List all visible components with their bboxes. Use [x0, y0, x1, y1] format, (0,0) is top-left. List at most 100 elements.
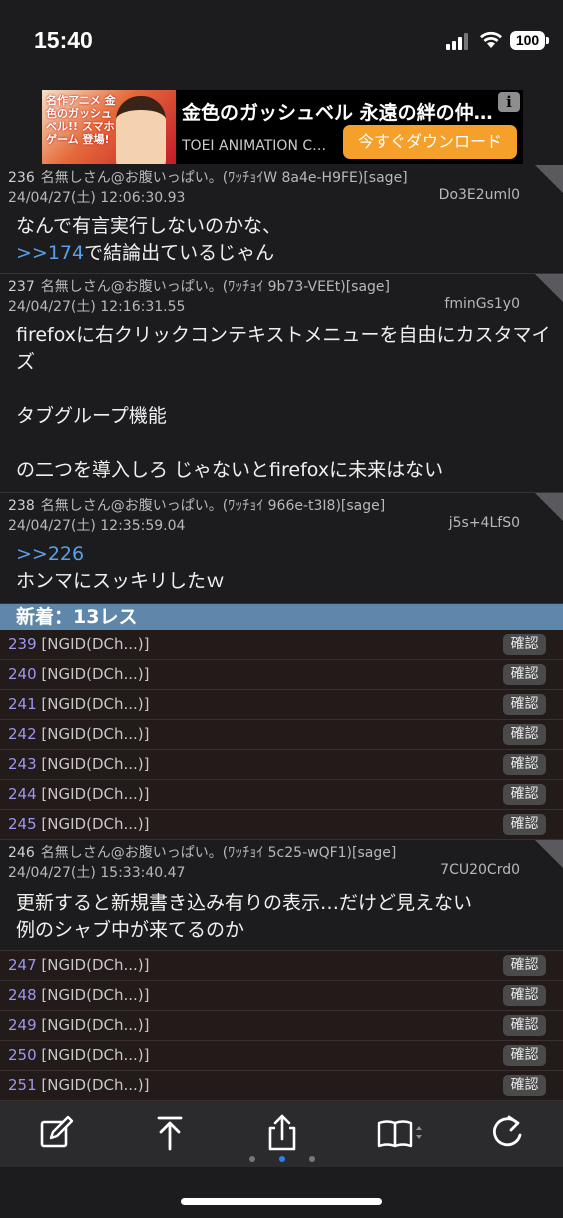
reload-icon[interactable] — [487, 1113, 527, 1153]
ng-row-label: 242 [NGID(DCh...)] — [8, 725, 149, 743]
post-number[interactable]: 245 — [8, 815, 37, 833]
ad-image-text: 名作アニメ 金色のガッシュベル!! スマホゲーム 登場! — [46, 94, 116, 146]
post-corner-marker — [535, 493, 563, 521]
home-indicator[interactable] — [181, 1198, 382, 1205]
post-id[interactable]: Do3E2uml0 — [439, 187, 520, 203]
ng-row[interactable]: 245 [NGID(DCh...)] 確認 — [0, 810, 563, 840]
post[interactable]: 237 名無しさん@お腹いっぱい。(ﾜｯﾁｮｲ 9b73-VEEt)[sage] … — [0, 274, 563, 493]
ad-advertiser: TOEI ANIMATION C… — [182, 138, 327, 154]
post-number[interactable]: 247 — [8, 956, 37, 974]
page-dot-active[interactable] — [279, 1156, 285, 1162]
post-body: なんで有言実行しないのかな、 >>174で結論出ているじゃん — [16, 213, 556, 267]
confirm-button[interactable]: 確認 — [503, 664, 546, 685]
post-corner-marker — [535, 840, 563, 868]
post-number[interactable]: 249 — [8, 1016, 37, 1034]
post-number[interactable]: 246 — [8, 845, 35, 861]
post[interactable]: 238 名無しさん@お腹いっぱい。(ﾜｯﾁｮｲ 966e-t3I8)[sage] … — [0, 493, 563, 604]
post-number[interactable]: 244 — [8, 785, 37, 803]
post-number[interactable]: 243 — [8, 755, 37, 773]
ng-row-label: 244 [NGID(DCh...)] — [8, 785, 149, 803]
post-text: で結論出ているじゃん — [84, 242, 275, 264]
post-date: 24/04/27(土) 12:35:59.04 — [8, 518, 186, 534]
confirm-button[interactable]: 確認 — [503, 814, 546, 835]
post-date: 24/04/27(土) 12:06:30.93 — [8, 190, 186, 206]
ad-title: 金色のガッシュベル 永遠の絆の仲… — [182, 102, 493, 124]
page-indicator[interactable] — [0, 1156, 563, 1164]
post-number[interactable]: 240 — [8, 665, 37, 683]
ng-row[interactable]: 242 [NGID(DCh...)] 確認 — [0, 720, 563, 750]
confirm-button[interactable]: 確認 — [503, 634, 546, 655]
post-number[interactable]: 250 — [8, 1046, 37, 1064]
ad-download-button[interactable]: 今すぐダウンロード — [343, 125, 517, 159]
ng-row[interactable]: 243 [NGID(DCh...)] 確認 — [0, 750, 563, 780]
post-number[interactable]: 242 — [8, 725, 37, 743]
post-number[interactable]: 238 — [8, 498, 35, 514]
ng-row[interactable]: 239 [NGID(DCh...)] 確認 — [0, 630, 563, 660]
post-body: >>226 ホンマにスッキリしたｗ — [16, 541, 556, 595]
bookmark-book-icon[interactable] — [376, 1113, 428, 1153]
ad-character-art — [116, 96, 166, 164]
confirm-button[interactable]: 確認 — [503, 1015, 546, 1036]
ng-row[interactable]: 240 [NGID(DCh...)] 確認 — [0, 660, 563, 690]
ng-id-label: [NGID(DCh...)] — [41, 1016, 150, 1034]
confirm-button[interactable]: 確認 — [503, 724, 546, 745]
post-name: 名無しさん@お腹いっぱい。(ﾜｯﾁｮｲW 8a4e-H9FE)[sage] — [40, 170, 408, 186]
page-dot[interactable] — [249, 1156, 255, 1162]
post-name: 名無しさん@お腹いっぱい。(ﾜｯﾁｮｲ 9b73-VEEt)[sage] — [40, 279, 391, 295]
confirm-button[interactable]: 確認 — [503, 754, 546, 775]
post-id[interactable]: fminGs1y0 — [444, 296, 520, 312]
ng-id-label: [NGID(DCh...)] — [41, 665, 150, 683]
ad-banner[interactable]: 名作アニメ 金色のガッシュベル!! スマホゲーム 登場! 金色のガッシュベル 永… — [42, 90, 523, 164]
ad-info-icon[interactable]: i — [498, 92, 520, 112]
confirm-button[interactable]: 確認 — [503, 694, 546, 715]
reply-anchor-link[interactable]: >>174 — [16, 242, 84, 264]
ng-id-label: [NGID(DCh...)] — [41, 815, 150, 833]
post-name: 名無しさん@お腹いっぱい。(ﾜｯﾁｮｲ 5c25-wQF1)[sage] — [40, 845, 397, 861]
post[interactable]: 246 名無しさん@お腹いっぱい。(ﾜｯﾁｮｲ 5c25-wQF1)[sage] … — [0, 840, 563, 951]
compose-icon[interactable] — [37, 1113, 77, 1153]
ng-row-label: 241 [NGID(DCh...)] — [8, 695, 149, 713]
post-number[interactable]: 236 — [8, 170, 35, 186]
confirm-button[interactable]: 確認 — [503, 1075, 546, 1096]
post-name: 名無しさん@お腹いっぱい。(ﾜｯﾁｮｲ 966e-t3I8)[sage] — [40, 498, 386, 514]
ng-row[interactable]: 249 [NGID(DCh...)] 確認 — [0, 1011, 563, 1041]
confirm-button[interactable]: 確認 — [503, 784, 546, 805]
share-icon[interactable] — [262, 1113, 302, 1153]
post-id[interactable]: 7CU20Crd0 — [440, 862, 520, 878]
post[interactable]: 236 名無しさん@お腹いっぱい。(ﾜｯﾁｮｲW 8a4e-H9FE)[sage]… — [0, 165, 563, 274]
post-number[interactable]: 237 — [8, 279, 35, 295]
confirm-button[interactable]: 確認 — [503, 955, 546, 976]
signal-icon — [446, 33, 468, 50]
page-dot[interactable] — [309, 1156, 315, 1162]
post-body: 更新すると新規書き込み有りの表示…だけど見えない 例のシャブ中が来てるのか — [16, 892, 473, 941]
ng-row[interactable]: 248 [NGID(DCh...)] 確認 — [0, 981, 563, 1011]
ng-id-label: [NGID(DCh...)] — [41, 695, 150, 713]
post-number[interactable]: 241 — [8, 695, 37, 713]
clock: 15:40 — [34, 27, 93, 53]
post-text: なんで有言実行しないのかな、 — [16, 215, 282, 237]
scroll-top-icon[interactable] — [150, 1113, 190, 1153]
ng-row[interactable]: 244 [NGID(DCh...)] 確認 — [0, 780, 563, 810]
reply-anchor-link[interactable]: >>226 — [16, 543, 84, 565]
ng-id-label: [NGID(DCh...)] — [41, 1046, 150, 1064]
confirm-button[interactable]: 確認 — [503, 985, 546, 1006]
ng-id-label: [NGID(DCh...)] — [41, 956, 150, 974]
confirm-button[interactable]: 確認 — [503, 1045, 546, 1066]
ng-id-label: [NGID(DCh...)] — [41, 725, 150, 743]
ng-row-label: 245 [NGID(DCh...)] — [8, 815, 149, 833]
ng-row[interactable]: 241 [NGID(DCh...)] 確認 — [0, 690, 563, 720]
post-number[interactable]: 248 — [8, 986, 37, 1004]
status-bar: 15:40 100 — [0, 0, 563, 84]
post-number[interactable]: 239 — [8, 635, 37, 653]
ng-row[interactable]: 250 [NGID(DCh...)] 確認 — [0, 1041, 563, 1071]
post-number[interactable]: 251 — [8, 1076, 37, 1094]
battery-indicator: 100 — [510, 31, 549, 50]
ad-image: 名作アニメ 金色のガッシュベル!! スマホゲーム 登場! — [42, 90, 176, 164]
ng-row[interactable]: 247 [NGID(DCh...)] 確認 — [0, 951, 563, 981]
ng-row-label: 249 [NGID(DCh...)] — [8, 1016, 149, 1034]
wifi-icon — [480, 31, 502, 48]
new-posts-bar: 新着：13レス — [0, 604, 563, 630]
post-date: 24/04/27(土) 12:16:31.55 — [8, 299, 186, 315]
ng-row[interactable]: 251 [NGID(DCh...)] 確認 — [0, 1071, 563, 1101]
post-id[interactable]: j5s+4LfS0 — [449, 515, 520, 531]
